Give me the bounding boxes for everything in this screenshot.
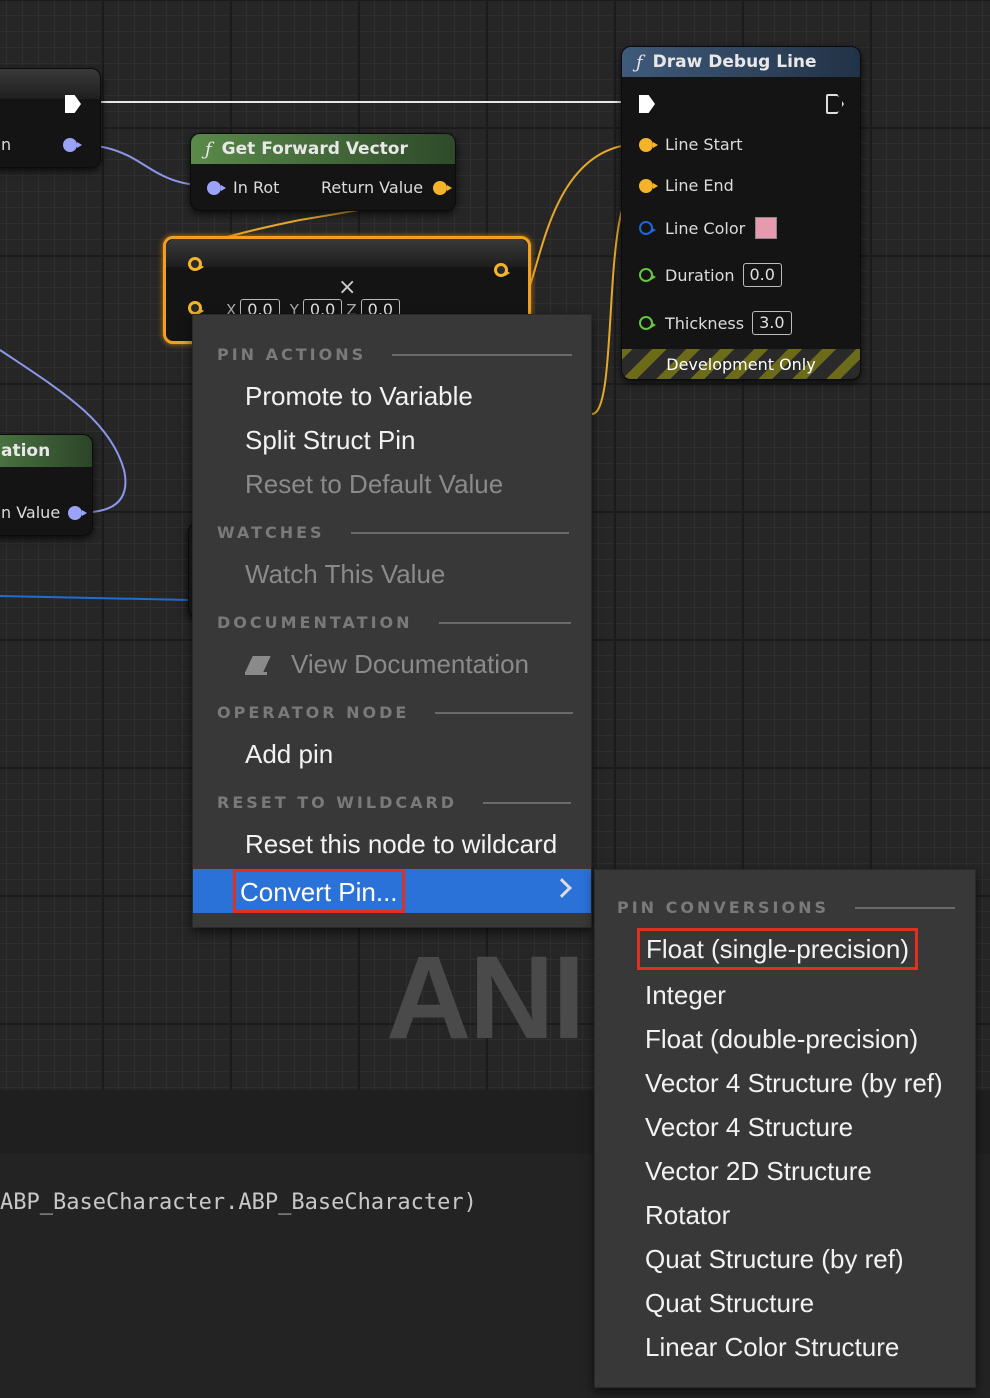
line-start-label: Line Start — [665, 135, 743, 154]
add-input-a-pin[interactable] — [188, 257, 204, 271]
chevron-right-icon — [552, 878, 572, 898]
line-end-pin[interactable] — [639, 178, 658, 193]
conversion-vector4[interactable]: Vector 4 Structure — [645, 1112, 853, 1143]
section-title: WATCHES — [217, 523, 325, 542]
duration-label: Duration — [665, 265, 735, 285]
menu-item-watch-value[interactable]: Watch This Value — [245, 559, 445, 590]
blue-wire — [0, 595, 191, 601]
node-title-fragment: ation — [1, 441, 51, 461]
conversion-linear-color[interactable]: Linear Color Structure — [645, 1332, 899, 1363]
convert-pin-label: Convert Pin... — [233, 869, 405, 913]
in-rot-pin[interactable] — [207, 180, 226, 195]
thickness-field[interactable]: 3.0 — [752, 311, 792, 335]
section-pin-conversions: PIN CONVERSIONS — [617, 898, 955, 917]
pin-conversions-submenu[interactable]: PIN CONVERSIONS Float (single-precision)… — [594, 869, 976, 1388]
node-left-top[interactable]: n — [0, 68, 101, 168]
exec-out-pin[interactable] — [826, 94, 844, 114]
conversion-float-double[interactable]: Float (double-precision) — [645, 1024, 918, 1055]
menu-item-promote-to-variable[interactable]: Promote to Variable — [245, 381, 473, 412]
line-start-pin[interactable] — [639, 137, 658, 152]
return-value-pin[interactable] — [433, 180, 453, 195]
node-left-mid[interactable]: ation n Value — [0, 434, 93, 536]
rotator-out-pin[interactable] — [68, 505, 88, 520]
pin-label-fragment: n Value — [1, 503, 61, 522]
node-title: Get Forward Vector — [221, 139, 408, 159]
section-documentation: DOCUMENTATION — [217, 613, 571, 632]
node-title: Draw Debug Line — [652, 52, 817, 72]
return-value-label: Return Value — [321, 178, 424, 197]
section-title: OPERATOR NODE — [217, 703, 410, 722]
graph-watermark: ANI — [386, 932, 585, 1064]
duration-pin[interactable] — [639, 268, 656, 282]
conversion-quat-ref[interactable]: Quat Structure (by ref) — [645, 1244, 904, 1275]
section-pin-actions: PIN ACTIONS — [217, 345, 573, 364]
menu-item-reset-to-wildcard[interactable]: Reset this node to wildcard — [245, 829, 557, 860]
section-title: PIN CONVERSIONS — [617, 898, 829, 917]
conversion-quat[interactable]: Quat Structure — [645, 1288, 814, 1319]
rotator-out-pin[interactable] — [63, 138, 82, 152]
duration-field[interactable]: 0.0 — [742, 263, 782, 287]
conversion-vector4-ref[interactable]: Vector 4 Structure (by ref) — [645, 1068, 943, 1099]
section-operator-node: OPERATOR NODE — [217, 703, 574, 722]
menu-item-reset-default[interactable]: Reset to Default Value — [245, 469, 503, 500]
menu-item-convert-pin[interactable]: Convert Pin... — [193, 869, 591, 913]
node-get-forward-vector[interactable]: ƒ Get Forward Vector In Rot Return Value — [190, 133, 456, 211]
section-title: PIN ACTIONS — [217, 345, 367, 364]
development-only-label: Development Only — [666, 354, 816, 374]
conversion-rotator[interactable]: Rotator — [645, 1200, 730, 1231]
section-title: DOCUMENTATION — [217, 613, 413, 632]
section-title: RESET TO WILDCARD — [217, 793, 458, 812]
section-watches: WATCHES — [217, 523, 569, 542]
add-close-icon[interactable]: × — [338, 275, 356, 300]
section-reset-to-wildcard: RESET TO WILDCARD — [217, 793, 572, 812]
add-output-pin[interactable] — [494, 263, 510, 277]
function-icon: ƒ — [636, 51, 643, 73]
in-rot-label: In Rot — [233, 178, 280, 197]
conversion-vector2d[interactable]: Vector 2D Structure — [645, 1156, 872, 1187]
node-draw-debug-line[interactable]: ƒ Draw Debug Line Line Start Line End Li… — [621, 46, 861, 380]
conversion-integer[interactable]: Integer — [645, 980, 726, 1011]
thickness-pin[interactable] — [639, 316, 656, 330]
exec-in-pin[interactable] — [639, 95, 655, 113]
development-only-banner: Development Only — [622, 349, 860, 379]
menu-item-add-pin[interactable]: Add pin — [245, 739, 333, 770]
line-color-swatch[interactable] — [755, 217, 778, 239]
line-end-label: Line End — [665, 176, 734, 195]
context-menu[interactable]: PIN ACTIONS Promote to Variable Split St… — [192, 314, 592, 928]
thickness-label: Thickness — [665, 313, 745, 333]
line-color-label: Line Color — [665, 218, 746, 238]
menu-item-label: View Documentation — [291, 649, 529, 679]
pin-label-fragment: n — [1, 135, 12, 154]
menu-item-view-documentation[interactable]: View Documentation — [245, 649, 529, 680]
add-input-b-pin[interactable] — [188, 301, 204, 315]
conversion-float-single[interactable]: Float (single-precision) — [637, 928, 918, 970]
line-color-pin[interactable] — [639, 221, 656, 235]
documentation-icon — [245, 656, 271, 676]
menu-item-split-struct-pin[interactable]: Split Struct Pin — [245, 425, 416, 456]
log-line: ABP_BaseCharacter.ABP_BaseCharacter) — [0, 1190, 477, 1215]
function-icon: ƒ — [205, 138, 212, 160]
